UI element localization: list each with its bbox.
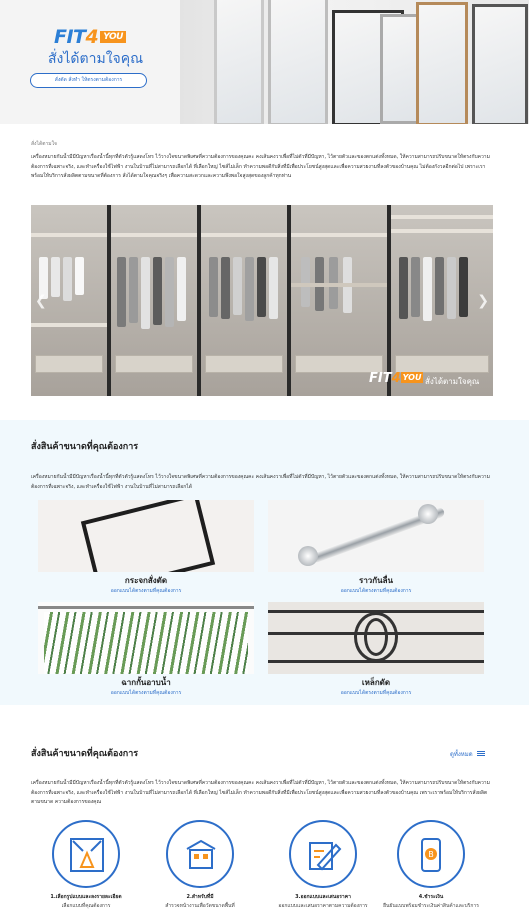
design-pencil-icon (309, 842, 342, 871)
brand-logo[interactable]: FIT4 YOU (54, 26, 126, 48)
step-circle: B (397, 820, 465, 888)
window-frame-image (214, 0, 264, 124)
image-slider[interactable]: ❮ ❯ FIT4 YOU สั่งได้ตามใจคุณ (31, 205, 493, 396)
payment-phone-icon: B (421, 838, 441, 872)
slider-dots (249, 389, 273, 396)
intro-paragraph: เครื่องหมายกันน้ำมีมีปัญหาเรื่องน้ำนี้ทุ… (31, 154, 490, 179)
step-circle (52, 820, 120, 888)
hero-cta-button[interactable]: สั่งตัด สั่งทำ ให้ตรงตามต้องการ (30, 73, 147, 88)
breadcrumb[interactable]: สั่งได้ตามใจ (31, 140, 57, 148)
product-link[interactable]: ออกแบบได้ตรงตามที่คุณต้องการ (38, 587, 254, 595)
slider-tagline: สั่งได้ตามใจคุณ (425, 377, 480, 386)
product-name[interactable]: ราวกันลื่น (268, 574, 484, 587)
chevron-right-icon[interactable]: ❯ (477, 293, 489, 309)
product-link[interactable]: ออกแบบได้ตรงตามที่คุณต้องการ (38, 689, 254, 697)
step-title: 3.ออกแบบและเสนอราคา (295, 894, 351, 900)
view-all-label: ดูทั้งหมด (450, 751, 473, 758)
hero-text-panel: FIT4 YOU สั่งได้ตามใจคุณ สั่งตัด สั่งทำ ใ… (0, 0, 180, 124)
product-name[interactable]: กระจกสั่งตัด (38, 574, 254, 587)
measure-room-icon (70, 838, 104, 872)
window-frame-image (416, 2, 468, 124)
building-icon (186, 839, 216, 869)
product-image-shower-curtain[interactable] (38, 602, 254, 674)
step-circle (289, 820, 357, 888)
closet-image (111, 205, 201, 396)
product-image-mirror[interactable] (38, 500, 254, 572)
step-description: ยืนยันแบบพร้อมชำระเงินค่าสินค้าและบริการ (383, 903, 479, 909)
product-name[interactable]: เหล็กดัด (268, 676, 484, 689)
step-circle (166, 820, 234, 888)
step-description: สำรวจหน้างานเพื่อวัดขนาดพื้นที่ (165, 903, 235, 909)
step-title: 4.ชำระเงิน (418, 894, 444, 900)
product-name[interactable]: ฉากกั้นอาบน้ำ (38, 676, 254, 689)
steps-section-description: เครื่องหมายกันน้ำมีมีปัญหาเรื่องน้ำนี้ทุ… (31, 780, 490, 805)
product-image-iron-grille[interactable] (268, 602, 484, 674)
step-title: 2.สำหรับที่มี (186, 894, 214, 900)
window-frame-image (472, 4, 528, 124)
closet-image (291, 205, 391, 396)
menu-icon (476, 753, 485, 754)
product-link[interactable]: ออกแบบได้ตรงตามที่คุณต้องการ (268, 587, 484, 595)
products-section-description: เครื่องหมายกันน้ำมีมีปัญหาเรื่องน้ำนี้ทุ… (31, 474, 490, 490)
product-link[interactable]: ออกแบบได้ตรงตามที่คุณต้องการ (268, 689, 484, 697)
slider-brand-logo: FIT4 YOU (369, 371, 424, 386)
steps-section-title: สั่งสินค้าขนาดที่คุณต้องการ (31, 749, 139, 759)
hero-tagline: สั่งได้ตามใจคุณ (48, 51, 144, 67)
products-section-title: สั่งสินค้าขนาดที่คุณต้องการ (31, 442, 139, 452)
closet-image (201, 205, 291, 396)
svg-text:B: B (428, 850, 434, 859)
hero-banner: FIT4 YOU สั่งได้ตามใจคุณ สั่งตัด สั่งทำ ใ… (0, 0, 529, 124)
product-image-grab-bar[interactable] (268, 500, 484, 572)
step-description: เลือกแบบที่คุณต้องการ (61, 903, 111, 909)
step-title: 1.เลือกรูปแบบและลงรายละเอียด (50, 894, 122, 900)
hero-window-image (180, 0, 529, 124)
chevron-left-icon[interactable]: ❮ (35, 293, 47, 309)
window-frame-image (380, 14, 420, 124)
view-all-link[interactable]: ดูทั้งหมด (450, 749, 485, 759)
step-description: ออกแบบและเสนอราคาตามความต้องการ (278, 903, 368, 909)
window-frame-image (268, 0, 328, 124)
